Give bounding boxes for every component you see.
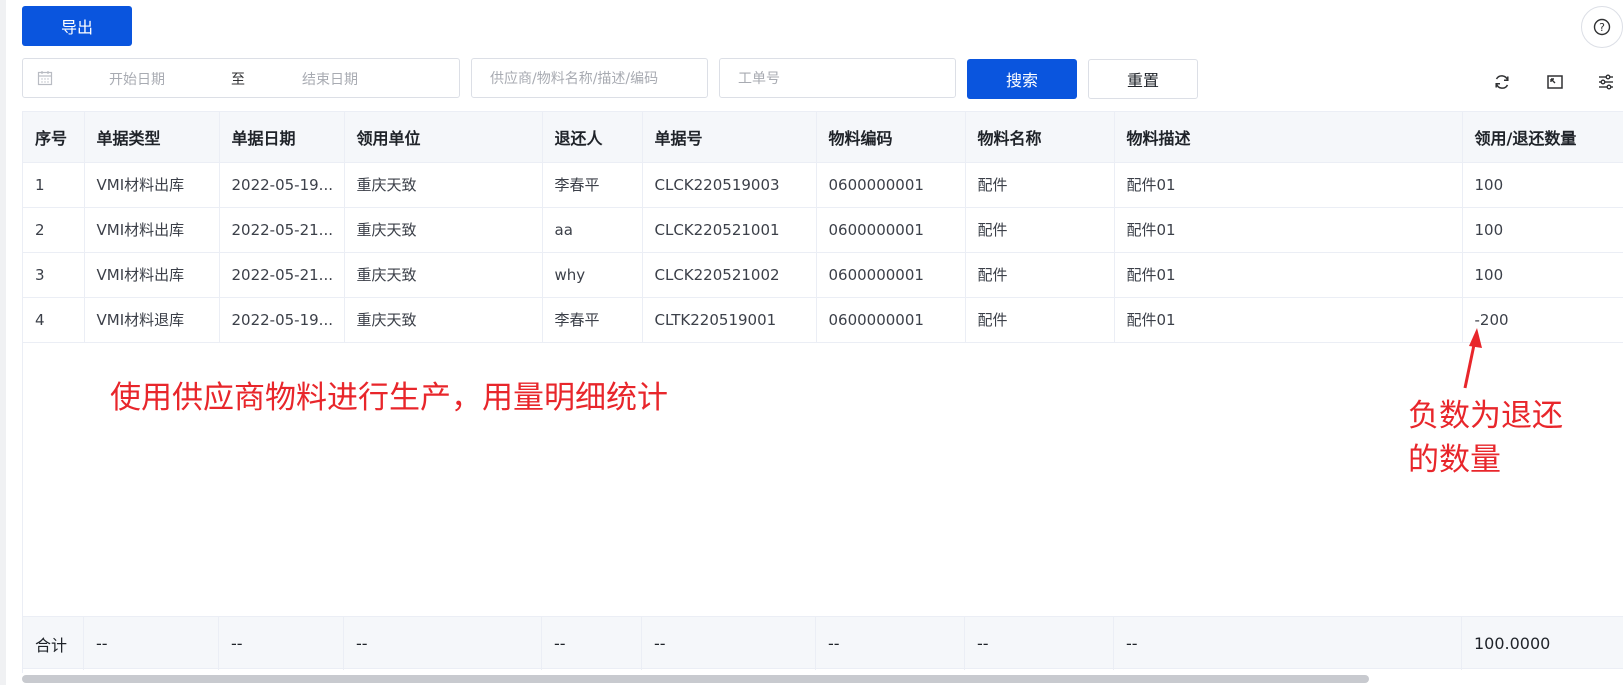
cell-material-code: 0600000001 (816, 252, 966, 298)
cell-doc-date: 2022-05-21... (219, 207, 345, 253)
cell-unit: 重庆天致 (344, 252, 543, 298)
annotation-negative-line2: 的数量 (1408, 442, 1501, 478)
cell-doc-number: CLCK220521002 (642, 252, 817, 298)
date-separator: 至 (231, 72, 245, 88)
summary-cell: -- (1114, 617, 1462, 670)
cell-unit: 重庆天致 (344, 297, 543, 343)
column-header-doc-number[interactable]: 单据号 (642, 112, 817, 163)
annotation-negative-return: 负数为退还 的数量 (1408, 394, 1588, 482)
table-header-row: 序号 单据类型 单据日期 领用单位 退还人 单据号 物料编码 物料名称 物料描述… (23, 112, 1623, 163)
table-row[interactable]: 4 VMI材料退库 2022-05-19... 重庆天致 李春平 CLTK220… (23, 297, 1623, 343)
data-table: 序号 单据类型 单据日期 领用单位 退还人 单据号 物料编码 物料名称 物料描述… (23, 112, 1623, 343)
cell-doc-type: VMI材料出库 (84, 162, 220, 208)
supplier-input-placeholder: 供应商/物料名称/描述/编码 (490, 71, 659, 87)
cell-index: 2 (23, 207, 85, 253)
cell-material-code: 0600000001 (816, 162, 966, 208)
work-order-input[interactable]: 工单号 (719, 58, 956, 98)
column-header-material-name[interactable]: 物料名称 (965, 112, 1115, 163)
column-settings-icon[interactable] (1596, 72, 1616, 92)
cell-material-name: 配件 (965, 297, 1115, 343)
cell-quantity: 100 (1462, 207, 1623, 253)
cell-doc-number: CLTK220519001 (642, 297, 817, 343)
summary-cell: -- (344, 617, 542, 670)
cell-doc-date: 2022-05-21... (219, 252, 345, 298)
left-edge-strip (0, 0, 6, 685)
cell-material-desc: 配件01 (1114, 207, 1463, 253)
work-order-input-placeholder: 工单号 (738, 71, 780, 87)
question-circle-icon: ? (1593, 18, 1611, 36)
cell-doc-number: CLCK220519003 (642, 162, 817, 208)
cell-material-code: 0600000001 (816, 207, 966, 253)
summary-total-quantity: 100.0000 (1462, 617, 1623, 670)
annotation-arrow-icon (1463, 328, 1482, 389)
date-range-picker[interactable]: 开始日期 至 结束日期 (22, 58, 460, 98)
cell-material-code: 0600000001 (816, 297, 966, 343)
cell-returner: why (542, 252, 643, 298)
column-header-unit[interactable]: 领用单位 (344, 112, 543, 163)
cell-material-name: 配件 (965, 162, 1115, 208)
cell-material-desc: 配件01 (1114, 252, 1463, 298)
summary-cell: -- (642, 617, 816, 670)
cell-doc-type: VMI材料出库 (84, 207, 220, 253)
svg-text:?: ? (1599, 21, 1605, 34)
cell-doc-type: VMI材料出库 (84, 252, 220, 298)
summary-cell: -- (965, 617, 1114, 670)
reset-button[interactable]: 重置 (1088, 59, 1198, 99)
end-date-input[interactable]: 结束日期 (302, 69, 358, 89)
cell-quantity: 100 (1462, 252, 1623, 298)
start-date-input[interactable]: 开始日期 (109, 69, 165, 89)
supplier-material-search-input[interactable]: 供应商/物料名称/描述/编码 (471, 58, 708, 98)
cell-quantity: 100 (1462, 162, 1623, 208)
horizontal-scrollbar-thumb[interactable] (22, 675, 1369, 683)
calendar-icon (37, 71, 53, 86)
column-header-material-code[interactable]: 物料编码 (816, 112, 966, 163)
column-header-doc-date[interactable]: 单据日期 (219, 112, 345, 163)
refresh-icon[interactable] (1492, 72, 1512, 92)
cell-doc-date: 2022-05-19... (219, 162, 345, 208)
annotation-usage-statistics: 使用供应商物料进行生产，用量明细统计 (110, 380, 668, 416)
cell-index: 4 (23, 297, 85, 343)
summary-label: 合计 (23, 617, 84, 670)
cell-unit: 重庆天致 (344, 207, 543, 253)
cell-material-name: 配件 (965, 207, 1115, 253)
summary-cell: -- (816, 617, 965, 670)
summary-cell: -- (84, 617, 219, 670)
column-header-material-desc[interactable]: 物料描述 (1114, 112, 1463, 163)
cell-material-desc: 配件01 (1114, 297, 1463, 343)
cell-material-desc: 配件01 (1114, 162, 1463, 208)
cell-material-name: 配件 (965, 252, 1115, 298)
cell-returner: 李春平 (542, 162, 643, 208)
fullscreen-icon[interactable] (1545, 72, 1565, 92)
table-row[interactable]: 1 VMI材料出库 2022-05-19... 重庆天致 李春平 CLCK220… (23, 162, 1623, 208)
table-row[interactable]: 2 VMI材料出库 2022-05-21... 重庆天致 aa CLCK2205… (23, 207, 1623, 253)
cell-returner: aa (542, 207, 643, 253)
summary-cell: -- (219, 617, 344, 670)
column-header-quantity[interactable]: 领用/退还数量 (1462, 112, 1623, 163)
cell-doc-number: CLCK220521001 (642, 207, 817, 253)
summary-row: 合计 -- -- -- -- -- -- -- -- 100.0000 (23, 616, 1623, 670)
help-button[interactable]: ? (1581, 6, 1623, 48)
table-row[interactable]: 3 VMI材料出库 2022-05-21... 重庆天致 why CLCK220… (23, 252, 1623, 298)
export-button[interactable]: 导出 (22, 6, 132, 46)
column-header-returner[interactable]: 退还人 (542, 112, 643, 163)
cell-doc-date: 2022-05-19... (219, 297, 345, 343)
cell-unit: 重庆天致 (344, 162, 543, 208)
cell-doc-type: VMI材料退库 (84, 297, 220, 343)
cell-returner: 李春平 (542, 297, 643, 343)
cell-index: 3 (23, 252, 85, 298)
annotation-negative-line1: 负数为退还 (1408, 398, 1563, 434)
column-header-doc-type[interactable]: 单据类型 (84, 112, 220, 163)
search-button[interactable]: 搜索 (967, 59, 1077, 99)
column-header-index[interactable]: 序号 (23, 112, 85, 163)
cell-index: 1 (23, 162, 85, 208)
summary-cell: -- (542, 617, 642, 670)
